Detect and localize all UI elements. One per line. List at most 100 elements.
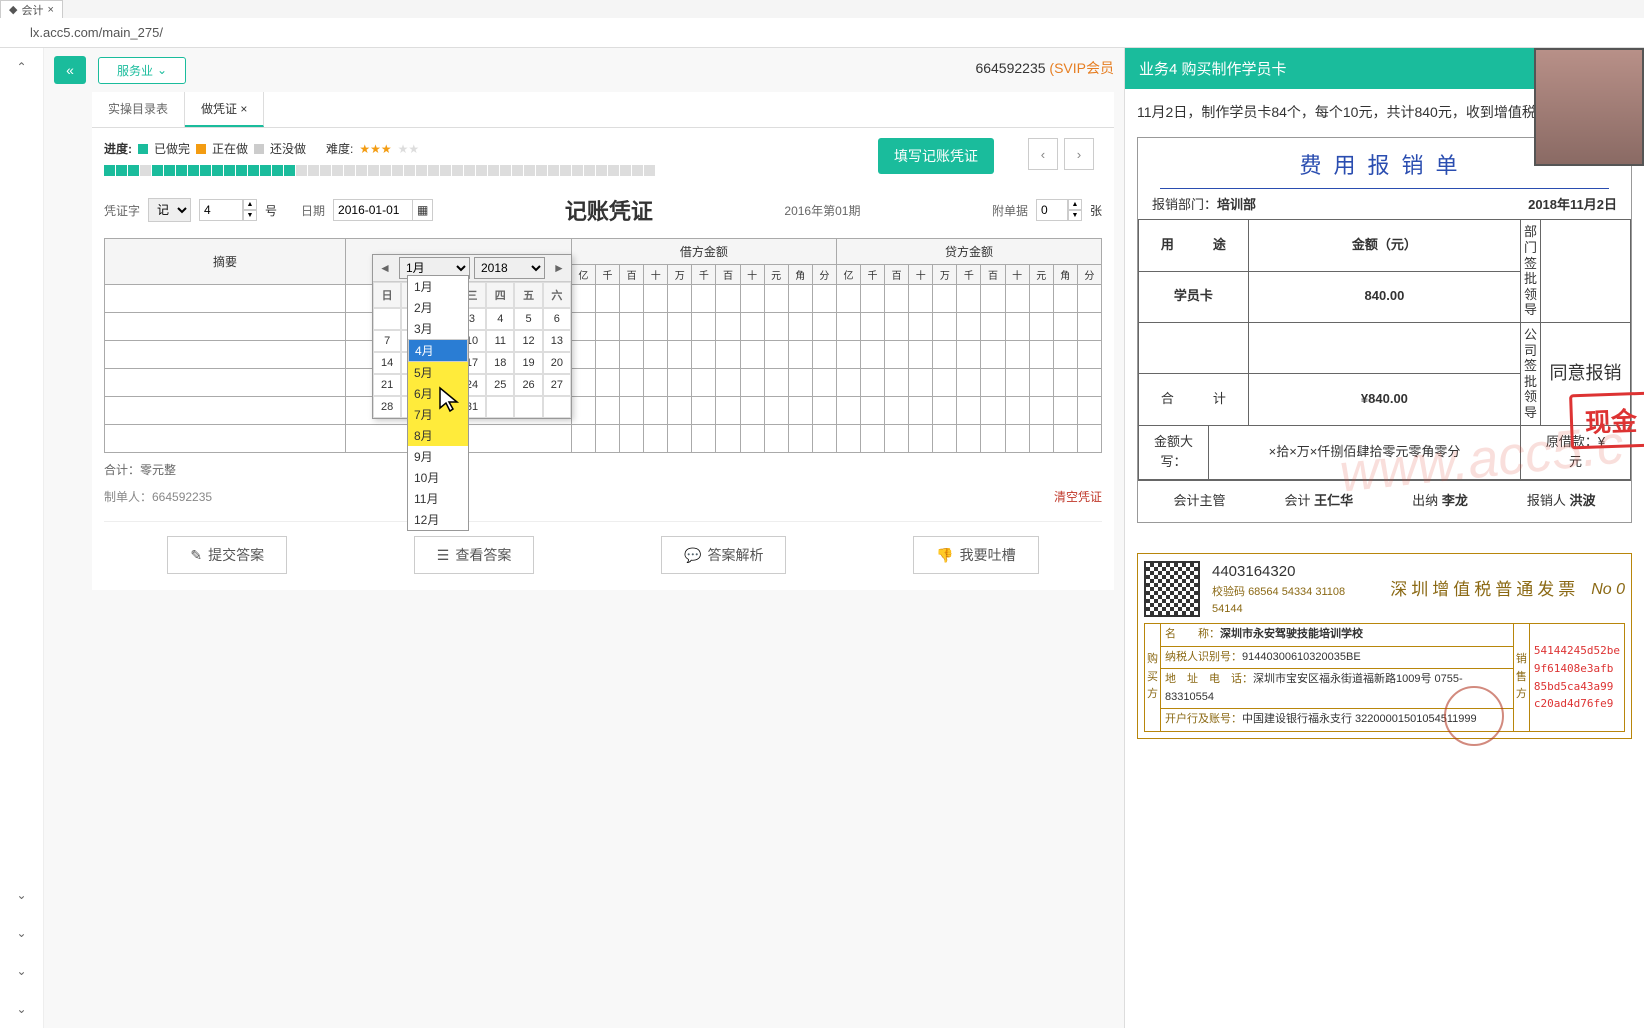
money-cell[interactable] [740, 341, 764, 369]
progress-cell[interactable] [236, 165, 247, 176]
month-option[interactable]: 4月 [408, 339, 468, 362]
money-cell[interactable] [1005, 425, 1029, 453]
progress-cell[interactable] [272, 165, 283, 176]
progress-cell[interactable] [344, 165, 355, 176]
money-cell[interactable] [620, 313, 644, 341]
dp-day[interactable]: 4 [486, 308, 514, 330]
money-cell[interactable] [981, 313, 1005, 341]
submit-button[interactable]: ✎提交答案 [167, 536, 287, 574]
money-cell[interactable] [1029, 397, 1053, 425]
money-cell[interactable] [788, 341, 812, 369]
voucher-num-input[interactable] [199, 199, 243, 221]
money-cell[interactable] [692, 285, 716, 313]
dp-day[interactable]: 20 [543, 352, 571, 374]
money-cell[interactable] [1005, 369, 1029, 397]
money-cell[interactable] [644, 397, 668, 425]
progress-cell[interactable] [464, 165, 475, 176]
money-cell[interactable] [668, 341, 692, 369]
dp-day[interactable]: 14 [373, 352, 401, 374]
money-cell[interactable] [716, 285, 740, 313]
money-cell[interactable] [860, 341, 884, 369]
money-cell[interactable] [595, 369, 619, 397]
money-cell[interactable] [909, 341, 933, 369]
dp-day[interactable]: 12 [514, 330, 542, 352]
view-button[interactable]: ☰查看答案 [414, 536, 535, 574]
money-cell[interactable] [836, 285, 860, 313]
clear-voucher-link[interactable]: 清空凭证 [1054, 488, 1102, 505]
money-cell[interactable] [933, 313, 957, 341]
progress-cell[interactable] [428, 165, 439, 176]
money-cell[interactable] [764, 285, 788, 313]
money-cell[interactable] [692, 313, 716, 341]
money-cell[interactable] [860, 369, 884, 397]
money-cell[interactable] [620, 425, 644, 453]
progress-cell[interactable] [404, 165, 415, 176]
dp-day[interactable]: 11 [486, 330, 514, 352]
money-cell[interactable] [595, 425, 619, 453]
money-cell[interactable] [836, 397, 860, 425]
progress-cell[interactable] [308, 165, 319, 176]
money-cell[interactable] [740, 397, 764, 425]
money-cell[interactable] [1077, 425, 1101, 453]
money-cell[interactable] [885, 369, 909, 397]
money-cell[interactable] [668, 397, 692, 425]
money-cell[interactable] [716, 369, 740, 397]
progress-cell[interactable] [356, 165, 367, 176]
money-cell[interactable] [836, 369, 860, 397]
month-option[interactable]: 5月 [408, 362, 468, 383]
money-cell[interactable] [571, 285, 595, 313]
dp-prev[interactable]: ◄ [373, 258, 397, 278]
money-cell[interactable] [885, 313, 909, 341]
dp-day[interactable]: 7 [373, 330, 401, 352]
money-cell[interactable] [716, 313, 740, 341]
money-cell[interactable] [764, 313, 788, 341]
num-down[interactable]: ▼ [243, 210, 257, 221]
progress-cell[interactable] [620, 165, 631, 176]
month-option[interactable]: 10月 [408, 467, 468, 488]
progress-cell[interactable] [644, 165, 655, 176]
analyze-button[interactable]: 💬答案解析 [661, 536, 786, 574]
money-cell[interactable] [1077, 313, 1101, 341]
progress-cell[interactable] [500, 165, 511, 176]
month-option[interactable]: 12月 [408, 509, 468, 530]
money-cell[interactable] [957, 369, 981, 397]
sidebar-toggle-1[interactable]: ⌃ [0, 48, 43, 86]
money-cell[interactable] [692, 397, 716, 425]
money-cell[interactable] [595, 285, 619, 313]
money-cell[interactable] [836, 313, 860, 341]
money-cell[interactable] [981, 341, 1005, 369]
progress-cell[interactable] [584, 165, 595, 176]
money-cell[interactable] [1077, 285, 1101, 313]
date-input[interactable] [333, 199, 413, 221]
money-cell[interactable] [788, 425, 812, 453]
progress-cell[interactable] [416, 165, 427, 176]
month-option[interactable]: 8月 [408, 425, 468, 446]
progress-cell[interactable] [320, 165, 331, 176]
month-option[interactable]: 11月 [408, 488, 468, 509]
money-cell[interactable] [1077, 341, 1101, 369]
money-cell[interactable] [764, 341, 788, 369]
money-cell[interactable] [1077, 369, 1101, 397]
money-cell[interactable] [909, 313, 933, 341]
money-cell[interactable] [740, 369, 764, 397]
money-cell[interactable] [692, 425, 716, 453]
money-cell[interactable] [668, 425, 692, 453]
money-cell[interactable] [716, 397, 740, 425]
money-cell[interactable] [981, 369, 1005, 397]
progress-cell[interactable] [224, 165, 235, 176]
money-cell[interactable] [957, 397, 981, 425]
month-option[interactable]: 9月 [408, 446, 468, 467]
calendar-icon[interactable]: ▦ [413, 199, 433, 221]
prev-button[interactable]: ‹ [1028, 138, 1058, 170]
sidebar-toggle-2[interactable]: ⌄ [0, 876, 43, 914]
dp-day[interactable]: 25 [486, 374, 514, 396]
dp-day[interactable]: 28 [373, 396, 401, 418]
dp-day[interactable]: 5 [514, 308, 542, 330]
dp-day[interactable]: 18 [486, 352, 514, 374]
money-cell[interactable] [957, 313, 981, 341]
money-cell[interactable] [1053, 341, 1077, 369]
att-input[interactable] [1036, 199, 1068, 221]
dp-day[interactable]: 26 [514, 374, 542, 396]
progress-cell[interactable] [608, 165, 619, 176]
money-cell[interactable] [668, 285, 692, 313]
